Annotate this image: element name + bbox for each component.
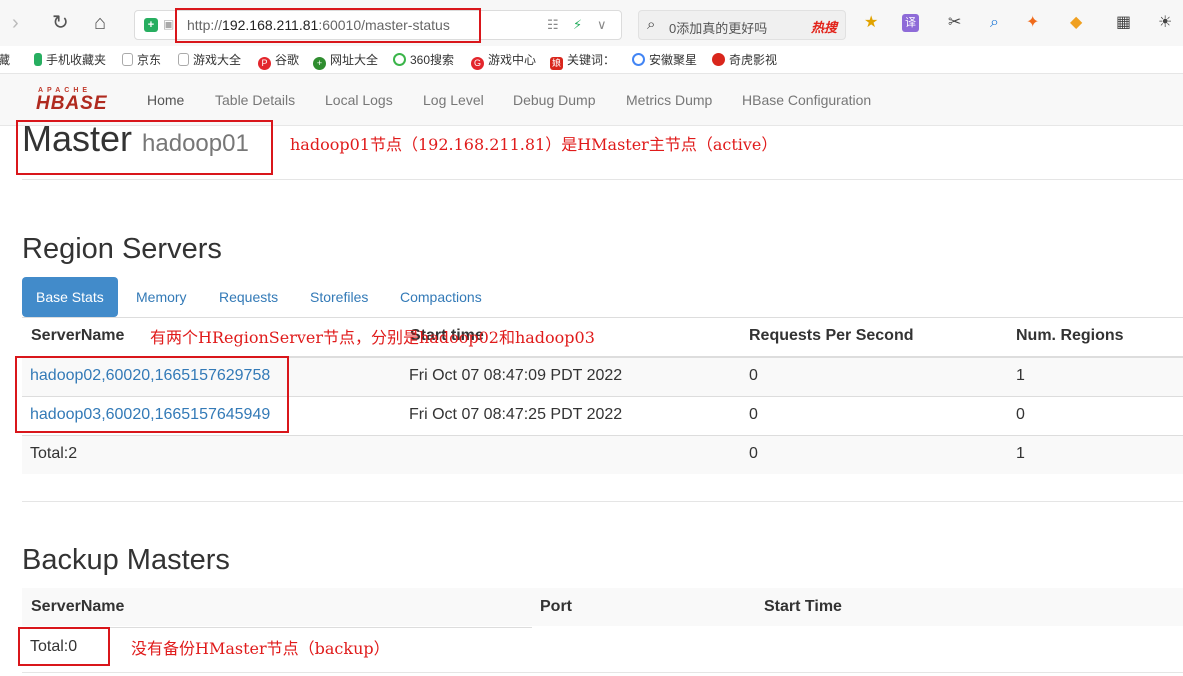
- reload-icon[interactable]: ↻: [52, 12, 69, 34]
- bookmark-item[interactable]: 藏: [0, 51, 10, 68]
- lock-icon: ▣: [163, 17, 175, 31]
- total-rps-cell: 0: [749, 445, 758, 462]
- forward-icon[interactable]: ›: [12, 12, 19, 34]
- bookmark-item[interactable]: 安徽聚星: [632, 51, 697, 68]
- so360-icon: [393, 53, 406, 66]
- tab-storefiles[interactable]: Storefiles: [310, 277, 368, 317]
- nav-table-details[interactable]: Table Details: [215, 92, 295, 108]
- start-time-cell: Fri Oct 07 08:47:25 PDT 2022: [409, 406, 623, 423]
- bookmark-item[interactable]: 娘关键词：: [550, 51, 615, 70]
- region-servers-highlight-box: [15, 356, 289, 433]
- hot-search-label[interactable]: 热搜: [811, 17, 837, 36]
- bookmark-item[interactable]: 360搜索: [393, 51, 454, 68]
- rps-cell: 0: [749, 367, 758, 384]
- regions-cell: 1: [1016, 367, 1025, 384]
- nav-hbase-configuration[interactable]: HBase Configuration: [742, 92, 871, 108]
- brightness-icon[interactable]: ☀: [1158, 14, 1172, 32]
- divider: [22, 672, 1183, 673]
- game-icon[interactable]: ✦: [1026, 14, 1039, 32]
- coin-shield-icon[interactable]: ◆: [1070, 14, 1082, 32]
- bookmark-item[interactable]: 游戏大全: [178, 51, 241, 68]
- magnifier-icon[interactable]: ⌕: [990, 14, 999, 32]
- master-annotation: hadoop01节点（192.168.211.81）是HMaster主节点（ac…: [290, 135, 778, 154]
- total-regions-cell: 1: [1016, 445, 1025, 462]
- phone-icon: [34, 53, 42, 66]
- apps-grid-icon[interactable]: ▦: [1116, 14, 1131, 32]
- tab-underline: [22, 317, 1183, 318]
- tab-memory[interactable]: Memory: [136, 277, 187, 317]
- search-icon: ⌕: [647, 16, 656, 33]
- browser-toolbar: › ↻ ⌂ + ▣ http://192.168.211.81:60010/ma…: [0, 0, 1183, 46]
- site-icon: [632, 53, 645, 66]
- bookmark-item[interactable]: P 谷歌: [258, 51, 299, 70]
- column-header-servername: ServerName: [31, 327, 125, 344]
- translate-icon[interactable]: 译: [902, 14, 919, 32]
- tab-compactions[interactable]: Compactions: [400, 277, 482, 317]
- home-icon[interactable]: ⌂: [94, 12, 106, 34]
- video-icon: [712, 53, 725, 66]
- page-icon: [122, 53, 133, 66]
- backup-masters-heading: Backup Masters: [22, 544, 230, 576]
- bookmark-item[interactable]: G 游戏中心: [471, 51, 536, 70]
- keyword-icon: 娘: [550, 57, 563, 70]
- page-icon: [178, 53, 189, 66]
- url-highlight-box: [175, 8, 481, 43]
- google-icon: P: [258, 57, 271, 70]
- backup-annotation: 没有备份HMaster节点（backup）: [131, 639, 390, 658]
- bookmark-item[interactable]: + 网址大全: [313, 51, 378, 70]
- total-cell: Total:2: [30, 445, 78, 462]
- divider: [22, 179, 1183, 180]
- nav-home[interactable]: Home: [147, 92, 184, 108]
- bookmarks-bar: 藏 手机收藏夹 京东 游戏大全 P 谷歌 + 网址大全 360搜索 G 游戏中心 娘关…: [0, 46, 1183, 74]
- nav-metrics-dump[interactable]: Metrics Dump: [626, 92, 712, 108]
- column-header-servername: ServerName: [31, 598, 125, 615]
- tab-base-stats[interactable]: Base Stats: [22, 277, 118, 317]
- column-header-requests-per-second: Requests Per Second: [749, 327, 914, 344]
- hbase-logo[interactable]: APACHE HBASE: [36, 87, 120, 114]
- master-highlight-box: [16, 120, 273, 175]
- column-header-port: Port: [540, 598, 572, 615]
- tab-requests[interactable]: Requests: [219, 277, 278, 317]
- bookmark-item[interactable]: 手机收藏夹: [34, 51, 106, 68]
- rps-cell: 0: [749, 406, 758, 423]
- region-servers-heading: Region Servers: [22, 233, 222, 265]
- table-row-total: [22, 436, 1183, 474]
- nav-log-level[interactable]: Log Level: [423, 92, 484, 108]
- divider: [22, 501, 1183, 502]
- chevron-down-icon[interactable]: ∨: [597, 17, 607, 33]
- backup-highlight-box: [18, 627, 110, 666]
- start-time-cell: Fri Oct 07 08:47:09 PDT 2022: [409, 367, 623, 384]
- scissors-icon[interactable]: ✂: [948, 14, 961, 32]
- region-annotation: 有两个HRegionServer节点，分别是hadoop02和hadoop03: [150, 328, 595, 347]
- search-box[interactable]: ⌕ 0添加真的更好吗 热搜: [638, 10, 846, 40]
- nav-site-icon: +: [313, 57, 326, 70]
- column-header-num-regions: Num. Regions: [1016, 327, 1124, 344]
- nav-local-logs[interactable]: Local Logs: [325, 92, 393, 108]
- lightning-icon[interactable]: ⚡: [573, 17, 582, 33]
- nav-debug-dump[interactable]: Debug Dump: [513, 92, 596, 108]
- security-shield-icon: +: [144, 18, 158, 32]
- qrcode-icon[interactable]: ☷: [547, 17, 559, 33]
- leopard-icon[interactable]: ★: [864, 14, 878, 32]
- column-header-start-time: Start Time: [764, 598, 842, 615]
- bookmark-item[interactable]: 奇虎影视: [712, 51, 777, 68]
- regions-cell: 0: [1016, 406, 1025, 423]
- search-placeholder: 0添加真的更好吗: [669, 21, 768, 36]
- bookmark-item[interactable]: 京东: [122, 51, 161, 68]
- game-center-icon: G: [471, 57, 484, 70]
- table-header-row: [22, 588, 1183, 626]
